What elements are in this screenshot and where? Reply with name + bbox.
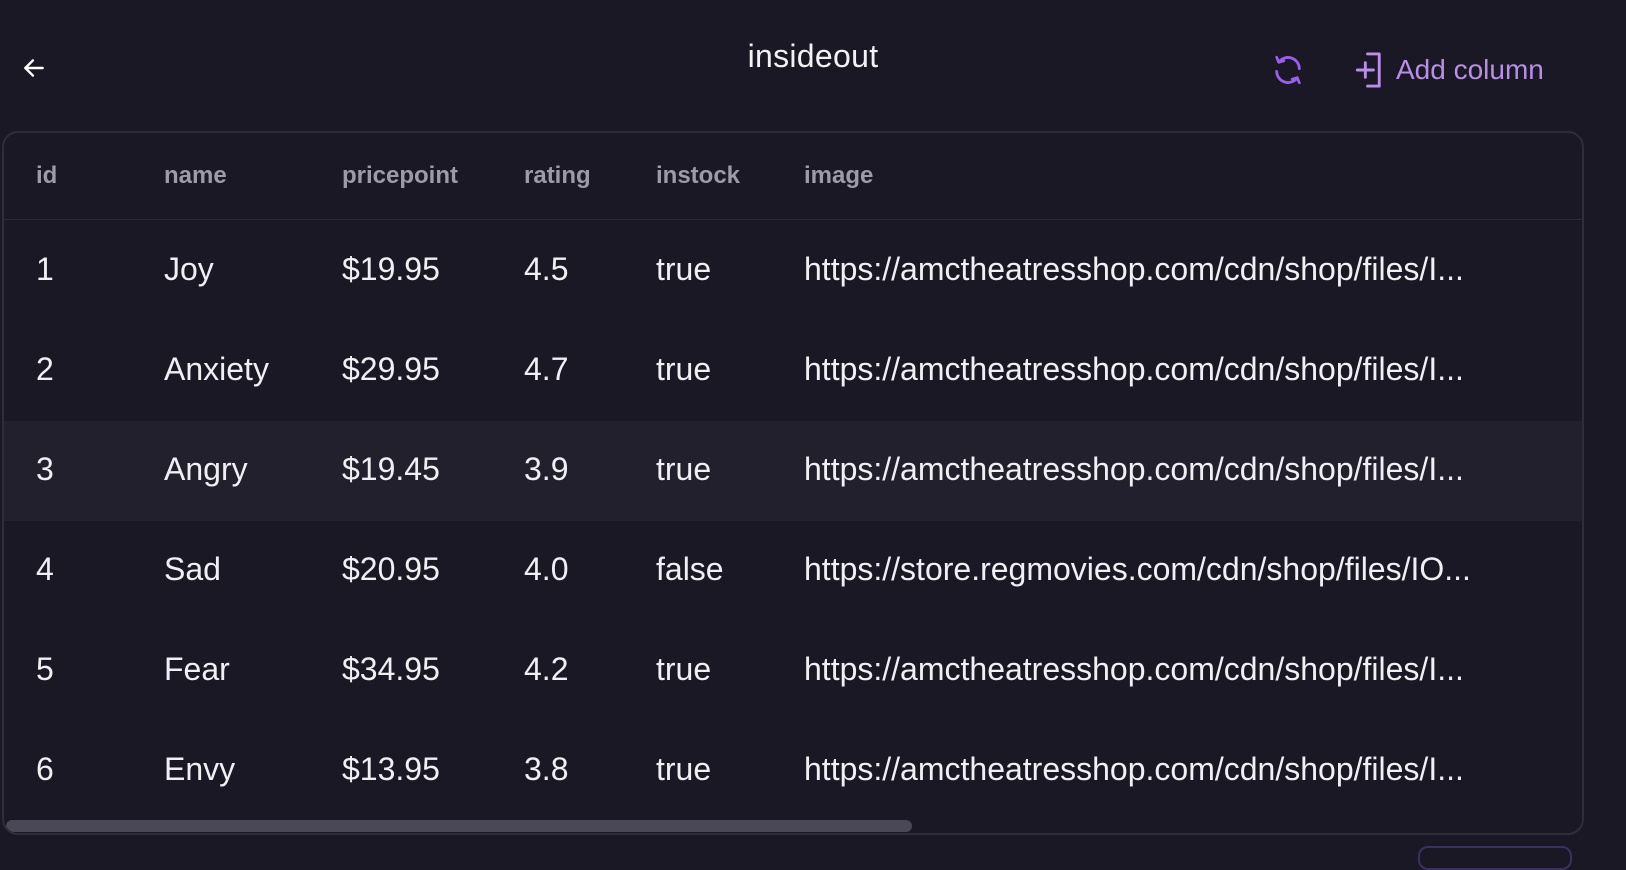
cell-name: Joy [164,251,214,287]
cell-pricepoint: $20.95 [342,551,440,587]
cell-image: https://amctheatresshop.com/cdn/shop/fil… [804,651,1464,687]
cell-id: 5 [36,651,54,687]
cell-id: 4 [36,551,54,587]
cell-pricepoint: $29.95 [342,351,440,387]
refresh-icon [1275,55,1301,85]
cell-instock: true [656,451,712,487]
table-row[interactable]: 5 Fear $34.95 4.2 true https://amctheatr… [4,621,1582,721]
cell-pricepoint: $13.95 [342,751,440,787]
column-header-instock[interactable]: instock [656,162,740,190]
cell-id: 1 [36,251,54,287]
cell-instock: true [656,751,712,787]
cell-instock: true [656,251,712,287]
cell-rating: 4.5 [524,251,569,287]
column-header-rating[interactable]: rating [524,162,591,190]
cell-name: Anxiety [164,351,269,387]
table-row[interactable]: 6 Envy $13.95 3.8 true https://amctheatr… [4,721,1582,821]
cell-rating: 4.0 [524,551,569,587]
cell-pricepoint: $34.95 [342,651,440,687]
partial-button-edge [1418,846,1572,870]
cell-rating: 3.9 [524,451,569,487]
column-header-image[interactable]: image [804,162,873,190]
cell-rating: 4.7 [524,351,569,387]
cell-image: https://amctheatresshop.com/cdn/shop/fil… [804,251,1464,287]
add-column-button[interactable]: Add column [1354,48,1544,92]
cell-instock: false [656,551,724,587]
cell-name: Sad [164,551,221,587]
cell-id: 3 [36,451,54,487]
cell-rating: 3.8 [524,751,569,787]
cell-pricepoint: $19.45 [342,451,440,487]
cell-name: Angry [164,451,248,487]
cell-image: https://amctheatresshop.com/cdn/shop/fil… [804,451,1464,487]
scrollbar-thumb[interactable] [6,820,912,832]
cell-name: Fear [164,651,230,687]
table-row-highlighted[interactable]: 3 Angry $19.45 3.9 true https://amctheat… [4,421,1582,521]
refresh-button[interactable] [1268,50,1308,90]
cell-pricepoint: $19.95 [342,251,440,287]
cell-name: Envy [164,751,236,787]
cell-image: https://amctheatresshop.com/cdn/shop/fil… [804,351,1464,387]
column-header-pricepoint[interactable]: pricepoint [342,162,458,190]
column-header-id[interactable]: id [36,162,57,190]
cell-id: 2 [36,351,54,387]
top-bar: insideout Add column [0,0,1626,130]
table-header: id name pricepoint rating instock image [4,133,1582,220]
table-row[interactable]: 4 Sad $20.95 4.0 false https://store.reg… [4,521,1582,621]
cell-id: 6 [36,751,54,787]
column-header-name[interactable]: name [164,162,227,190]
add-column-icon [1355,52,1381,88]
cell-image: https://store.regmovies.com/cdn/shop/fil… [804,551,1471,587]
cell-rating: 4.2 [524,651,569,687]
data-table: id name pricepoint rating instock image … [2,131,1584,835]
cell-image: https://amctheatresshop.com/cdn/shop/fil… [804,751,1464,787]
table-row[interactable]: 2 Anxiety $29.95 4.7 true https://amcthe… [4,321,1582,421]
cell-instock: true [656,651,712,687]
cell-instock: true [656,351,712,387]
table-row[interactable]: 1 Joy $19.95 4.5 true https://amctheatre… [4,221,1582,321]
horizontal-scrollbar[interactable] [4,819,1582,833]
add-column-label: Add column [1396,54,1544,85]
